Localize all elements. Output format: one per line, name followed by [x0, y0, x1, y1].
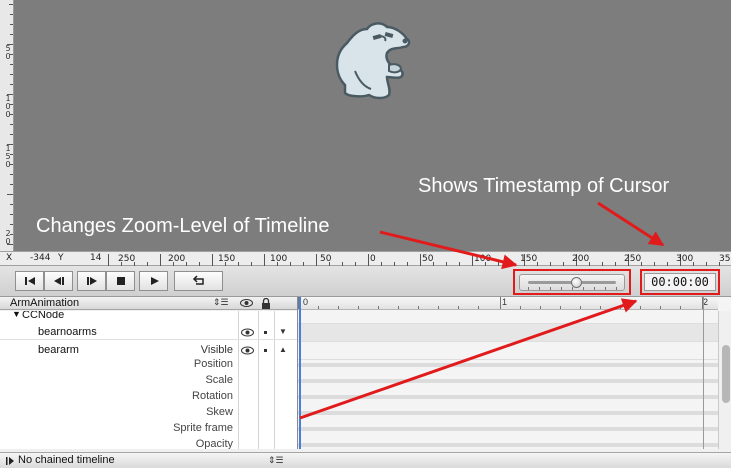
h-ruler-label: 100 [474, 254, 492, 264]
step-forward-button[interactable] [77, 271, 106, 291]
stage-canvas[interactable]: 5 0 1 0 0 1 5 0 2 0 Shows Timestamp of C… [0, 0, 731, 251]
x-label: X [6, 253, 13, 263]
property-label-sprite-frame: Sprite frame [173, 422, 233, 434]
playback-toolbar: 00:00:00 [0, 266, 731, 297]
loop-icon [192, 275, 204, 285]
timeline-cursor[interactable] [299, 297, 301, 449]
horizontal-ruler-scale: 250 200 150 100 50 0 50 100 150 200 250 … [108, 252, 731, 266]
v-ruler-label: 1 0 0 [5, 94, 11, 119]
vertical-scrollbar[interactable] [718, 311, 731, 449]
h-ruler-label: 150 [218, 254, 236, 264]
track-row-beararm[interactable]: beararm Visible ▲ [0, 342, 297, 358]
x-value: -344 [30, 253, 51, 263]
jump-to-start-button[interactable] [15, 271, 44, 291]
y-value: 14 [90, 253, 102, 263]
time-ruler-label: 1 [502, 297, 508, 307]
chained-timeline-selector[interactable]: No chained timeline [18, 454, 115, 466]
track-row-bearnoarms[interactable]: bearnoarms ▼ [0, 324, 297, 340]
property-label-rotation: Rotation [192, 390, 233, 402]
polar-bear-sprite[interactable] [325, 15, 415, 105]
vertical-ruler: 5 0 1 0 0 1 5 0 2 0 [0, 0, 14, 251]
timeline-time-ruler[interactable]: 0 1 2 [298, 297, 718, 310]
timestamp-display: 00:00:00 [644, 273, 716, 291]
timeline-header: ArmAnimation ⇕☰ [0, 297, 297, 310]
play-icon [150, 277, 159, 285]
property-label-skew: Skew [206, 406, 233, 418]
time-ruler-label: 0 [303, 297, 309, 307]
horizontal-ruler: X -344 Y 14 250 200 150 100 50 0 50 100 … [0, 251, 731, 266]
zoom-annotation: Changes Zoom-Level of Timeline [36, 215, 330, 237]
y-label: Y [58, 253, 64, 263]
property-label-scale: Scale [205, 374, 233, 386]
h-ruler-label: 200 [572, 254, 590, 264]
track-name: bearnoarms [38, 326, 97, 338]
timeline-zoom-slider[interactable] [519, 274, 625, 291]
lock-dot-icon[interactable] [264, 349, 267, 352]
keyframe-row[interactable] [298, 324, 718, 342]
property-label-visible: Visible [200, 344, 233, 356]
scrollbar-thumb[interactable] [722, 345, 730, 403]
h-ruler-label: 300 [676, 254, 694, 264]
chain-icon [6, 457, 14, 465]
h-ruler-label: 0 [370, 254, 376, 264]
step-back-icon [53, 277, 64, 285]
loop-button[interactable] [174, 271, 223, 291]
h-ruler-label: 150 [520, 254, 538, 264]
h-ruler-label: 250 [624, 254, 642, 264]
chained-timeline-menu-icon[interactable]: ⇕☰ [268, 455, 284, 466]
v-ruler-label: 5 0 [5, 44, 11, 61]
track-name: beararm [38, 344, 79, 356]
v-ruler-label: 1 5 0 [5, 144, 11, 169]
expand-arrow-icon[interactable]: ▲ [279, 345, 287, 354]
timeline-panel: ArmAnimation ⇕☰ ▼ CCNode bearnoarms ▼ be… [0, 297, 731, 468]
v-ruler-label: 2 0 [5, 229, 11, 246]
sequence-name[interactable]: ArmAnimation [10, 297, 79, 309]
property-label-position: Position [193, 358, 233, 370]
disclosure-triangle-icon[interactable]: ▼ [12, 311, 21, 319]
keyframe-row[interactable] [298, 311, 718, 324]
visibility-eye-icon[interactable] [241, 346, 254, 355]
zoom-slider-knob[interactable] [570, 277, 582, 288]
sequence-menu-icon[interactable]: ⇕☰ [213, 297, 229, 308]
timestamp-annotation: Shows Timestamp of Cursor [418, 175, 670, 197]
collapse-arrow-icon[interactable]: ▼ [279, 327, 287, 336]
eye-icon [240, 299, 253, 307]
play-button[interactable] [139, 271, 168, 291]
step-forward-icon [86, 277, 97, 285]
step-back-button[interactable] [44, 271, 73, 291]
stop-button[interactable] [106, 271, 135, 291]
track-row-root[interactable]: ▼ CCNode [0, 311, 297, 323]
h-ruler-label: 100 [270, 254, 288, 264]
keyframe-row[interactable] [298, 342, 718, 360]
property-label-opacity: Opacity [195, 438, 233, 449]
lock-dot-icon[interactable] [264, 331, 267, 334]
timeline-footer: No chained timeline ⇕☰ [0, 452, 731, 468]
h-ruler-label: 200 [168, 254, 186, 264]
track-name: CCNode [22, 311, 65, 321]
stop-icon [116, 277, 125, 285]
lock-icon [262, 298, 270, 309]
zoom-highlight-box [513, 269, 631, 295]
timeline-end-marker [703, 297, 704, 449]
visibility-eye-icon[interactable] [241, 328, 254, 337]
jump-to-start-icon [24, 277, 35, 285]
keyframe-area[interactable]: 0 1 2 [297, 297, 731, 449]
timestamp-highlight-box: 00:00:00 [640, 269, 720, 295]
h-ruler-label: 35 [719, 254, 731, 264]
track-list: ▼ CCNode bearnoarms ▼ beararm Visible ▲ … [0, 311, 297, 449]
h-ruler-label: 50 [422, 254, 434, 264]
